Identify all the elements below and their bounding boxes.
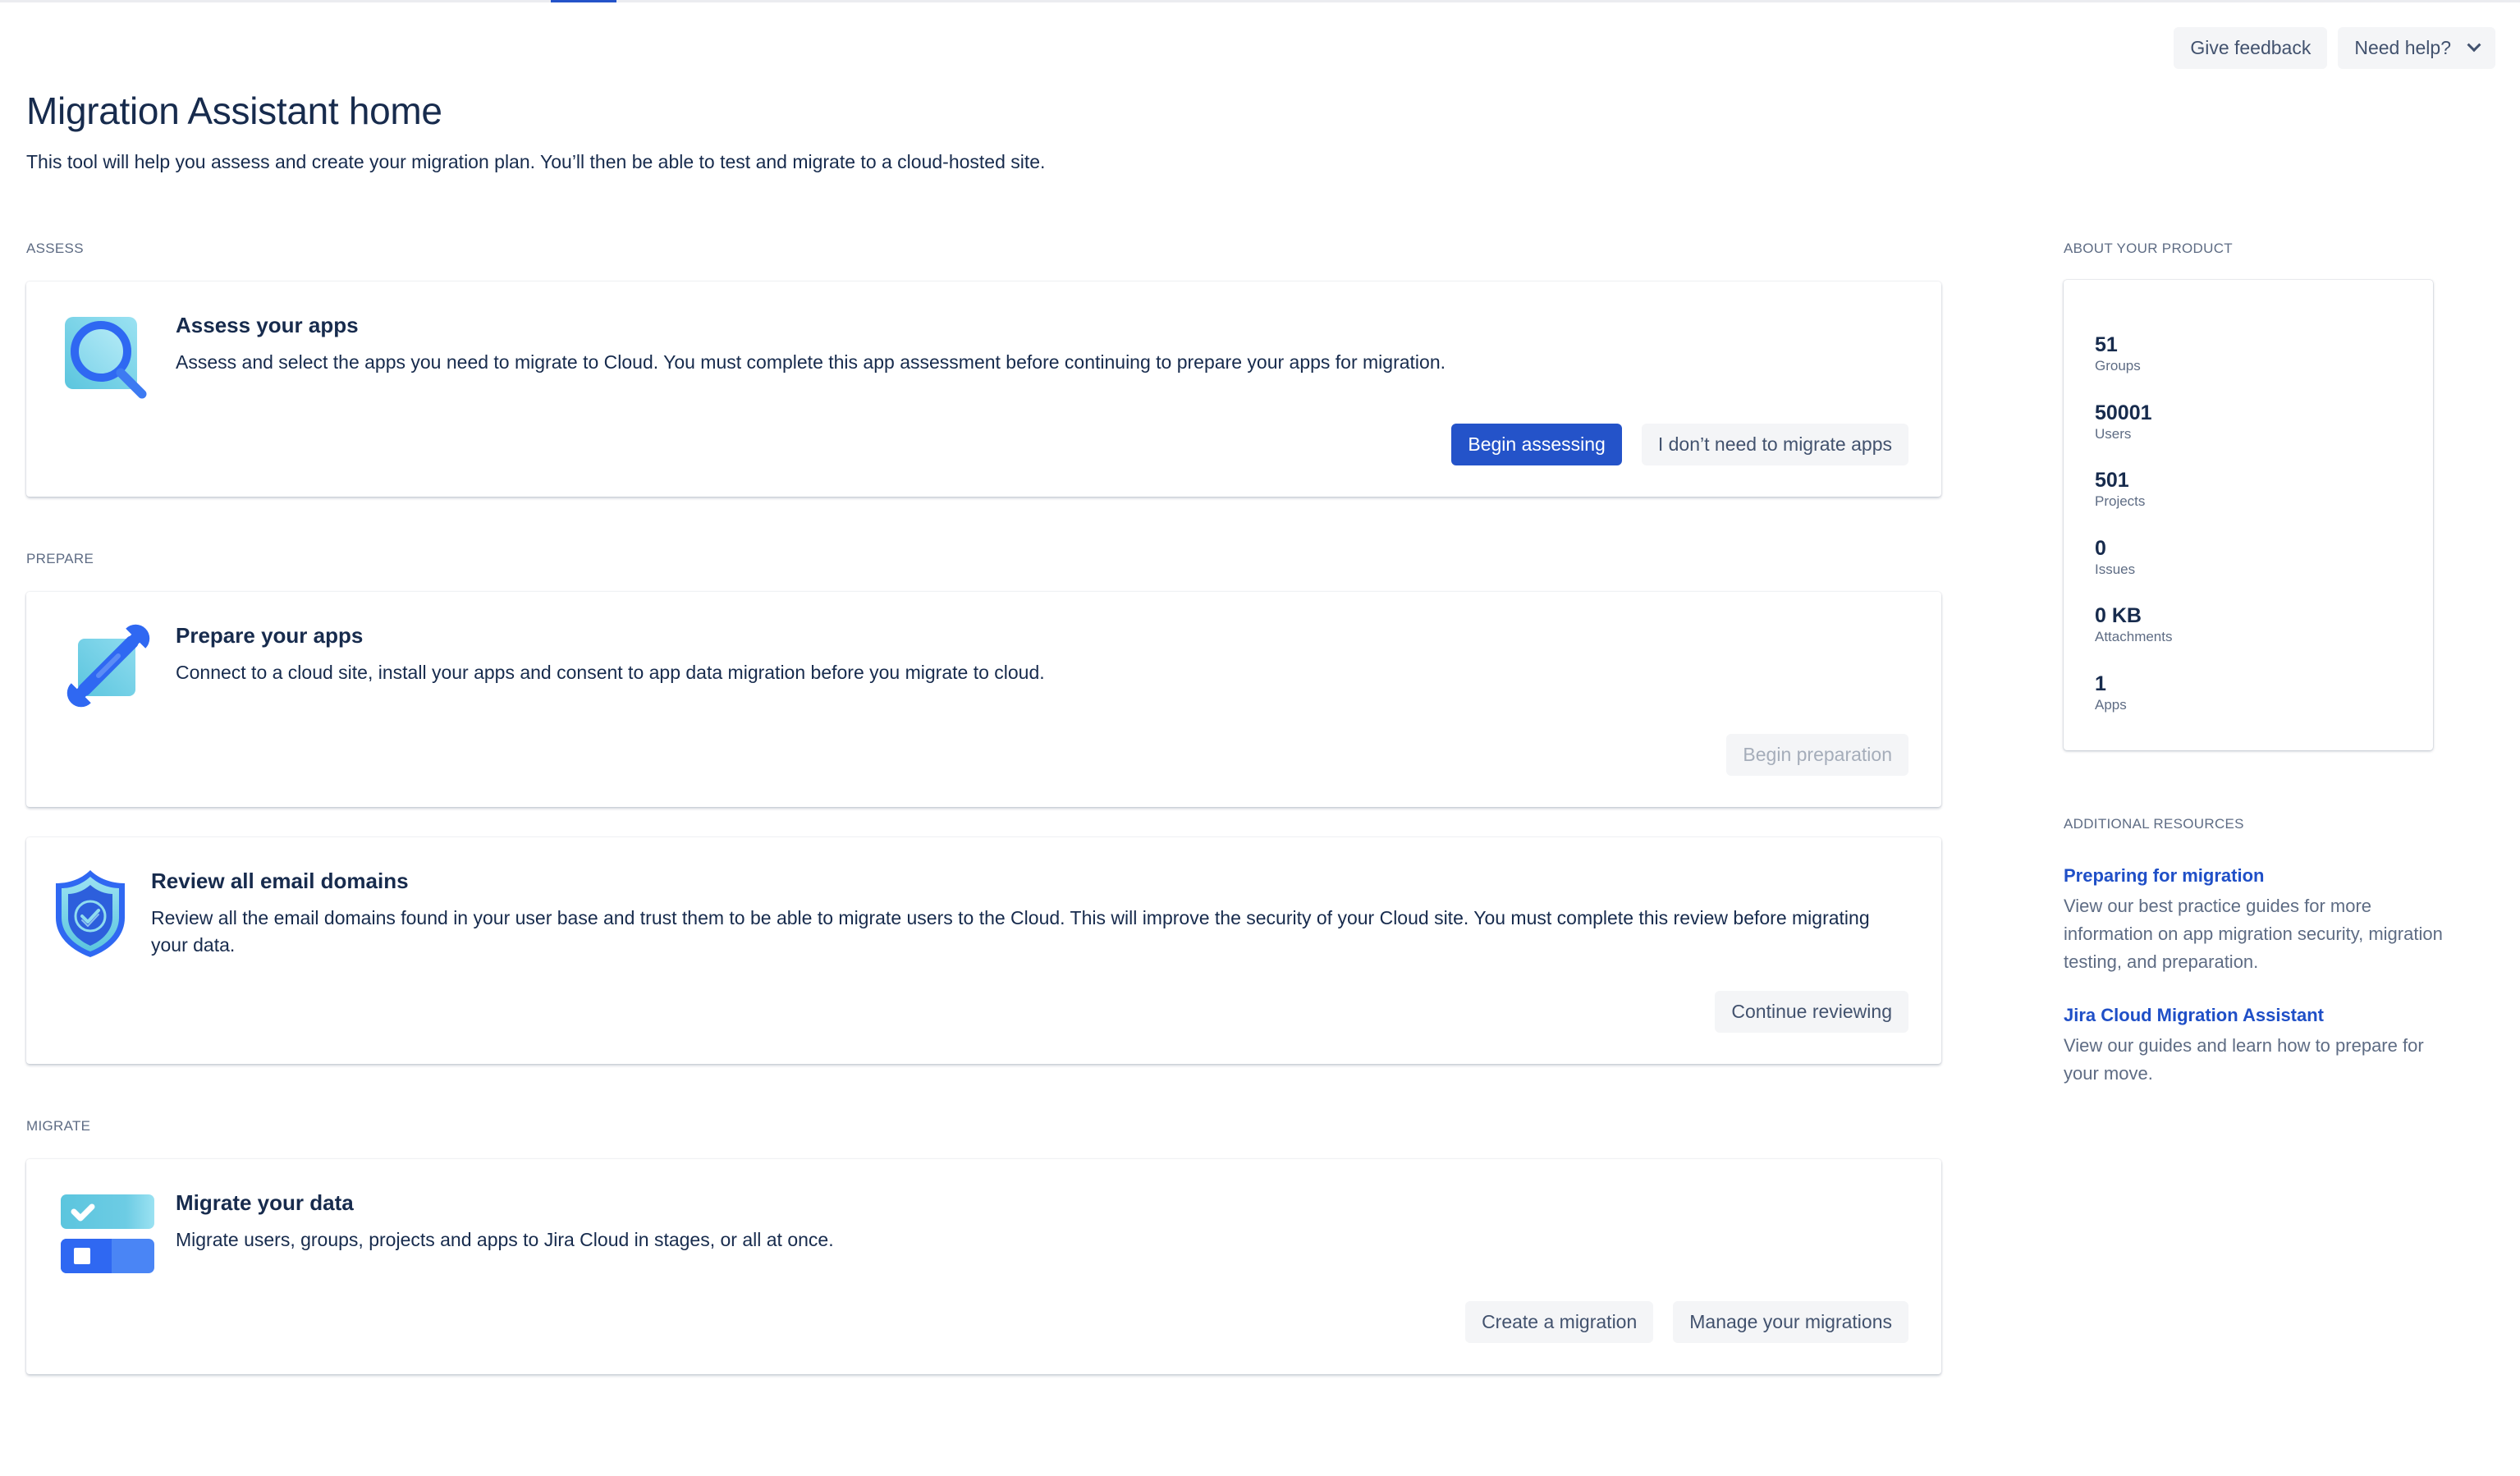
continue-reviewing-button[interactable]: Continue reviewing bbox=[1715, 991, 1908, 1033]
migrate-data-card: Migrate your data Migrate users, groups,… bbox=[26, 1159, 1941, 1374]
header-actions: Give feedback Need help? bbox=[2174, 27, 2495, 69]
top-navigation-rule bbox=[0, 0, 2520, 2]
chevron-down-icon bbox=[2467, 37, 2481, 52]
card-description: Migrate users, groups, projects and apps… bbox=[176, 1229, 834, 1250]
resource-item: Jira Cloud Migration Assistant View our … bbox=[2064, 1003, 2449, 1088]
stat-attachments: 0 KB Attachments bbox=[2095, 603, 2173, 646]
resource-item: Preparing for migration View our best pr… bbox=[2064, 864, 2449, 976]
stat-label: Projects bbox=[2095, 493, 2146, 509]
stat-label: Issues bbox=[2095, 562, 2136, 577]
create-migration-button[interactable]: Create a migration bbox=[1465, 1301, 1654, 1343]
review-email-domains-card: Review all email domains Review all the … bbox=[26, 837, 1941, 1064]
active-tab-indicator bbox=[551, 0, 616, 2]
resource-description: View our guides and learn how to prepare… bbox=[2064, 1035, 2424, 1084]
stat-issues: 0 Issues bbox=[2095, 536, 2135, 579]
card-title: Assess your apps bbox=[176, 313, 359, 337]
need-help-label: Need help? bbox=[2354, 37, 2451, 58]
section-label-migrate: MIGRATE bbox=[26, 1118, 91, 1134]
stat-value: 1 bbox=[2095, 672, 2106, 695]
manage-migrations-button[interactable]: Manage your migrations bbox=[1673, 1301, 1908, 1343]
stat-label: Attachments bbox=[2095, 629, 2173, 644]
stat-value: 50001 bbox=[2095, 401, 2152, 424]
skip-app-migration-button[interactable]: I don’t need to migrate apps bbox=[1641, 424, 1908, 465]
card-actions: Create a migration Manage your migration… bbox=[1465, 1301, 1908, 1343]
prepare-apps-card: Prepare your apps Connect to a cloud sit… bbox=[26, 592, 1941, 807]
shield-check-icon bbox=[56, 870, 125, 957]
assess-apps-card: Assess your apps Assess and select the a… bbox=[26, 282, 1941, 497]
section-label-prepare: PREPARE bbox=[26, 551, 94, 566]
jira-cloud-migration-assistant-link[interactable]: Jira Cloud Migration Assistant bbox=[2064, 1003, 2449, 1028]
page-title: Migration Assistant home bbox=[26, 89, 442, 132]
stat-label: Users bbox=[2095, 426, 2132, 442]
give-feedback-label: Give feedback bbox=[2190, 37, 2312, 58]
stat-value: 51 bbox=[2095, 333, 2118, 356]
card-actions: Continue reviewing bbox=[1715, 991, 1908, 1033]
card-title: Prepare your apps bbox=[176, 623, 364, 648]
card-actions: Begin assessing I don’t need to migrate … bbox=[1451, 424, 1908, 465]
preparing-for-migration-link[interactable]: Preparing for migration bbox=[2064, 864, 2449, 888]
stat-apps: 1 Apps bbox=[2095, 672, 2127, 714]
card-title: Migrate your data bbox=[176, 1190, 354, 1215]
stat-value: 0 KB bbox=[2095, 604, 2142, 627]
card-description: Assess and select the apps you need to m… bbox=[176, 351, 1446, 373]
page-subtitle: This tool will help you assess and creat… bbox=[26, 151, 1046, 172]
wrench-icon bbox=[66, 624, 150, 708]
additional-resources-label: ADDITIONAL RESOURCES bbox=[2064, 816, 2244, 832]
about-product-label: ABOUT YOUR PRODUCT bbox=[2064, 241, 2233, 256]
card-title: Review all email domains bbox=[151, 869, 409, 893]
product-stats-card: 51 Groups 50001 Users 501 Projects 0 Iss… bbox=[2064, 280, 2433, 750]
stat-value: 0 bbox=[2095, 537, 2106, 560]
give-feedback-button[interactable]: Give feedback bbox=[2174, 27, 2328, 69]
begin-preparation-button[interactable]: Begin preparation bbox=[1726, 734, 1908, 776]
section-label-assess: ASSESS bbox=[26, 241, 84, 256]
magnifier-icon bbox=[65, 317, 147, 399]
card-description: Review all the email domains found in yo… bbox=[151, 907, 1870, 956]
stat-label: Apps bbox=[2095, 697, 2127, 713]
migrate-toggle-icon bbox=[61, 1194, 154, 1273]
stat-label: Groups bbox=[2095, 358, 2141, 374]
stat-projects: 501 Projects bbox=[2095, 468, 2145, 511]
stat-value: 501 bbox=[2095, 469, 2129, 492]
card-actions: Begin preparation bbox=[1726, 734, 1908, 776]
card-description: Connect to a cloud site, install your ap… bbox=[176, 662, 1045, 683]
resource-description: View our best practice guides for more i… bbox=[2064, 896, 2443, 972]
stat-groups: 51 Groups bbox=[2095, 332, 2141, 375]
begin-assessing-button[interactable]: Begin assessing bbox=[1451, 424, 1622, 465]
stat-users: 50001 Users bbox=[2095, 401, 2152, 443]
need-help-dropdown[interactable]: Need help? bbox=[2338, 27, 2495, 69]
